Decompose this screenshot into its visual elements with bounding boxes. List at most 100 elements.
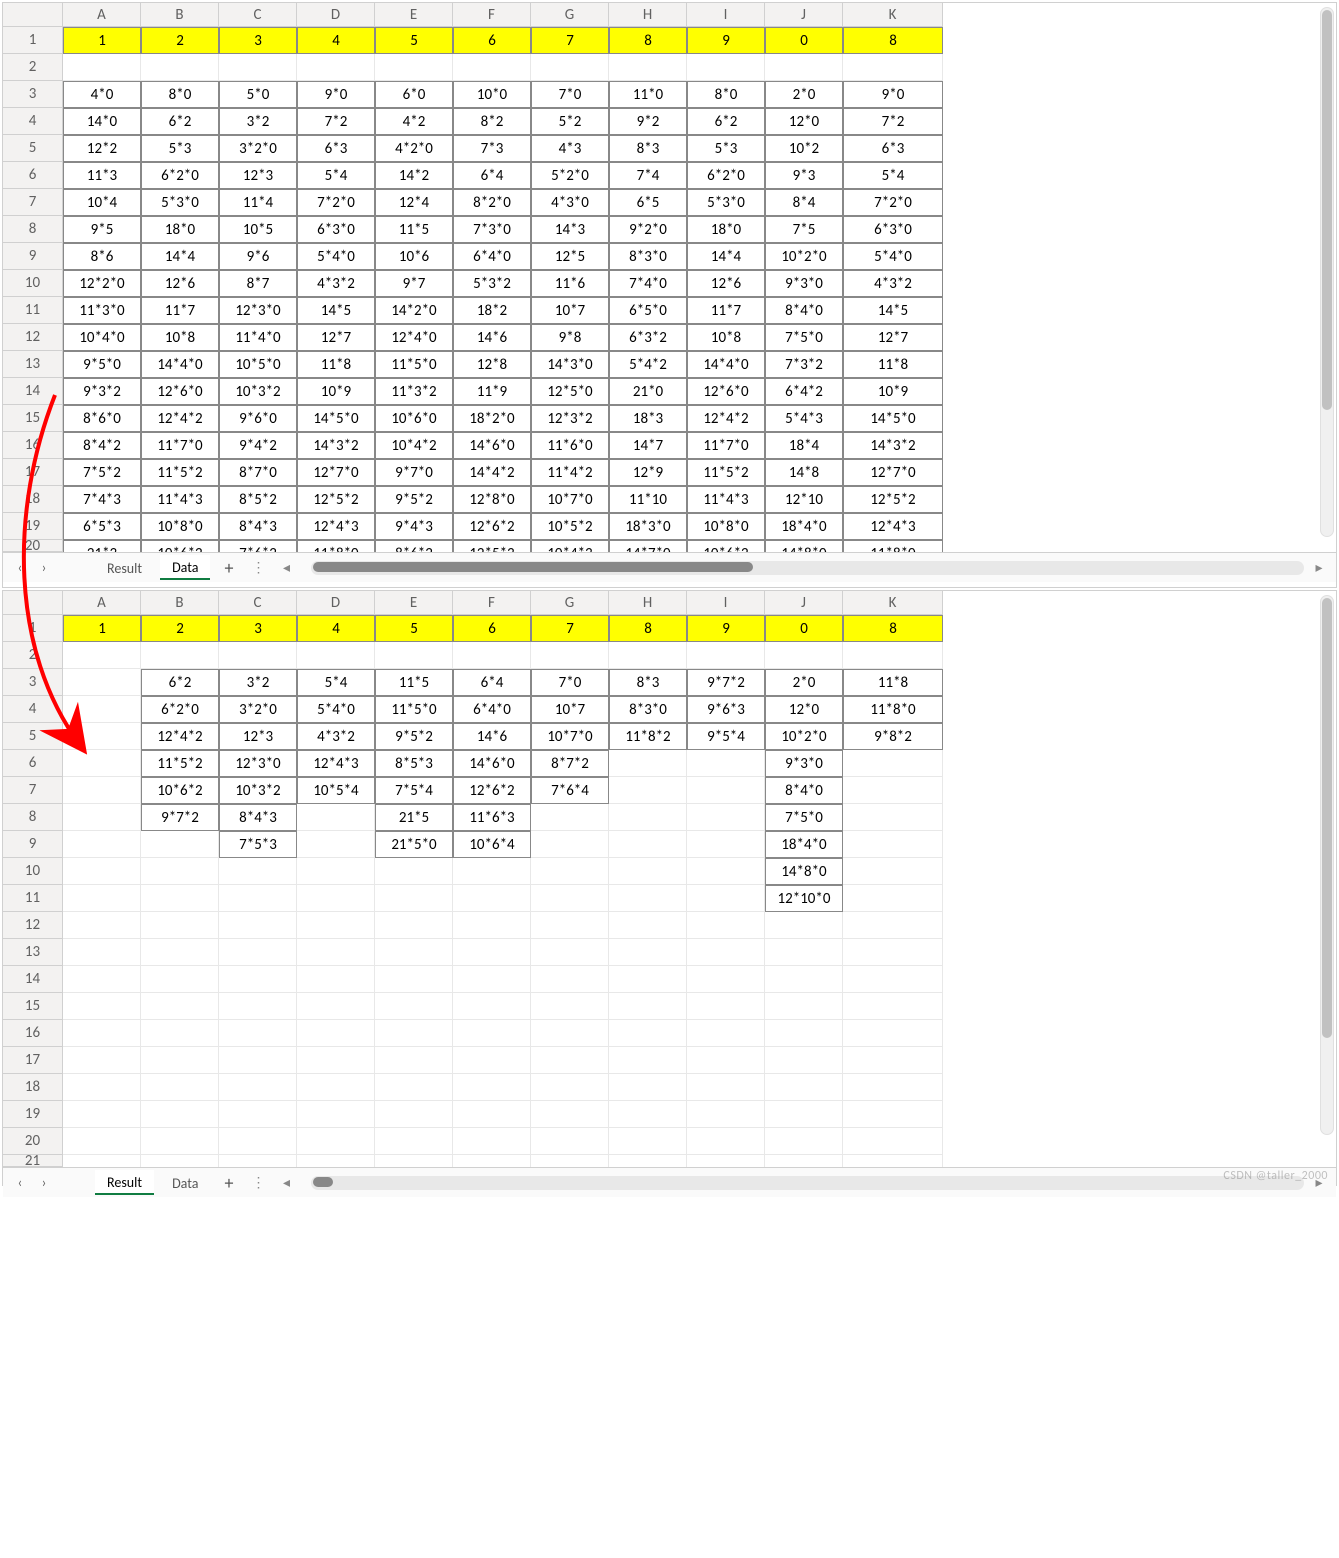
- cell[interactable]: 3*2*0: [219, 135, 297, 162]
- cell[interactable]: 4*3*2: [843, 270, 943, 297]
- cell[interactable]: 6: [453, 615, 531, 642]
- cell[interactable]: 3*2*0: [219, 696, 297, 723]
- cell[interactable]: [765, 966, 843, 993]
- cell[interactable]: 12*6*2: [453, 513, 531, 540]
- cell[interactable]: [687, 54, 765, 81]
- cell[interactable]: [609, 804, 687, 831]
- cell[interactable]: 11*6*0: [531, 432, 609, 459]
- row-header[interactable]: 9: [3, 831, 63, 858]
- horizontal-scroll-thumb[interactable]: [313, 562, 753, 572]
- cell[interactable]: 10*3*2: [219, 777, 297, 804]
- column-header-F[interactable]: F: [453, 591, 531, 615]
- row-header[interactable]: 14: [3, 378, 63, 405]
- cell[interactable]: [765, 993, 843, 1020]
- select-all-corner[interactable]: [3, 591, 63, 615]
- cell[interactable]: [63, 939, 141, 966]
- cell[interactable]: [297, 1101, 375, 1128]
- cell[interactable]: [843, 54, 943, 81]
- cell[interactable]: [843, 1155, 943, 1167]
- cell[interactable]: 10*6*4: [453, 831, 531, 858]
- cell[interactable]: [843, 939, 943, 966]
- cell[interactable]: 8*6*2: [375, 540, 453, 552]
- cell[interactable]: 7*2: [297, 108, 375, 135]
- cell[interactable]: 5: [375, 27, 453, 54]
- cell[interactable]: [375, 1047, 453, 1074]
- cell[interactable]: 8*4*2: [63, 432, 141, 459]
- cell[interactable]: [297, 885, 375, 912]
- cell[interactable]: [687, 1101, 765, 1128]
- cell[interactable]: [609, 1128, 687, 1155]
- cell[interactable]: [531, 54, 609, 81]
- cell[interactable]: [63, 1047, 141, 1074]
- cell[interactable]: [297, 1074, 375, 1101]
- cell[interactable]: [375, 54, 453, 81]
- cell[interactable]: [453, 858, 531, 885]
- cell[interactable]: [375, 1074, 453, 1101]
- cell[interactable]: 5*0: [219, 81, 297, 108]
- row-header[interactable]: 20: [3, 540, 63, 552]
- cell[interactable]: 12*5*0: [531, 378, 609, 405]
- cell[interactable]: 9*0: [843, 81, 943, 108]
- tab-overflow-icon[interactable]: ⋮: [247, 559, 271, 576]
- cell[interactable]: 14*7: [609, 432, 687, 459]
- cell[interactable]: [765, 912, 843, 939]
- row-header[interactable]: 19: [3, 1101, 63, 1128]
- column-header-E[interactable]: E: [375, 3, 453, 27]
- tab-result[interactable]: Result: [95, 1170, 154, 1195]
- cell[interactable]: 9*7: [375, 270, 453, 297]
- cell[interactable]: [687, 1020, 765, 1047]
- column-header-A[interactable]: A: [63, 591, 141, 615]
- cell[interactable]: [63, 1020, 141, 1047]
- cell[interactable]: 6*3*0: [843, 216, 943, 243]
- hscroll-right[interactable]: ▸: [1310, 559, 1328, 577]
- cell[interactable]: 8*4: [765, 189, 843, 216]
- cell[interactable]: 7*3*2: [765, 351, 843, 378]
- cell[interactable]: 10*8*0: [687, 513, 765, 540]
- cell[interactable]: [141, 1101, 219, 1128]
- cell[interactable]: 4*3*2: [297, 270, 375, 297]
- cell[interactable]: 3*2: [219, 108, 297, 135]
- cell[interactable]: 6*3*2: [609, 324, 687, 351]
- cell[interactable]: [219, 54, 297, 81]
- cell[interactable]: 9*3*0: [765, 270, 843, 297]
- cell[interactable]: [687, 993, 765, 1020]
- cell[interactable]: 8*4*0: [765, 297, 843, 324]
- cell[interactable]: 12*4: [375, 189, 453, 216]
- cell[interactable]: 10*7*0: [531, 723, 609, 750]
- cell[interactable]: [63, 885, 141, 912]
- cell[interactable]: [531, 966, 609, 993]
- cell[interactable]: [531, 804, 609, 831]
- cell[interactable]: [453, 912, 531, 939]
- cell[interactable]: [453, 1047, 531, 1074]
- cell[interactable]: 12*4*2: [141, 405, 219, 432]
- tab-data[interactable]: Data: [160, 555, 210, 580]
- cell[interactable]: [375, 858, 453, 885]
- cell[interactable]: [297, 912, 375, 939]
- cell[interactable]: 9*0: [297, 81, 375, 108]
- cell[interactable]: 14*6*0: [453, 432, 531, 459]
- cell[interactable]: 8*3*0: [609, 243, 687, 270]
- cell[interactable]: 11*7: [141, 297, 219, 324]
- cell[interactable]: 9*7*0: [375, 459, 453, 486]
- cell[interactable]: 0: [765, 27, 843, 54]
- cell[interactable]: 11*4*3: [141, 486, 219, 513]
- cell[interactable]: 2: [141, 27, 219, 54]
- cell[interactable]: 12*6: [687, 270, 765, 297]
- vertical-scroll-thumb[interactable]: [1322, 598, 1332, 1038]
- cell[interactable]: 7*3*0: [453, 216, 531, 243]
- cell[interactable]: 8*3*0: [609, 696, 687, 723]
- cell[interactable]: [375, 966, 453, 993]
- cell[interactable]: 14*6: [453, 324, 531, 351]
- cell[interactable]: [63, 54, 141, 81]
- cell[interactable]: 18*2*0: [453, 405, 531, 432]
- cell[interactable]: 6*3*0: [297, 216, 375, 243]
- cell[interactable]: 6*5*0: [609, 297, 687, 324]
- cell[interactable]: 8*7: [219, 270, 297, 297]
- cell[interactable]: 21*3: [63, 540, 141, 552]
- column-header-D[interactable]: D: [297, 3, 375, 27]
- cell[interactable]: 12*7: [843, 324, 943, 351]
- cell[interactable]: [843, 804, 943, 831]
- cell[interactable]: 14*6*0: [453, 750, 531, 777]
- cell[interactable]: 8*4*3: [219, 513, 297, 540]
- cell[interactable]: 11*3*2: [375, 378, 453, 405]
